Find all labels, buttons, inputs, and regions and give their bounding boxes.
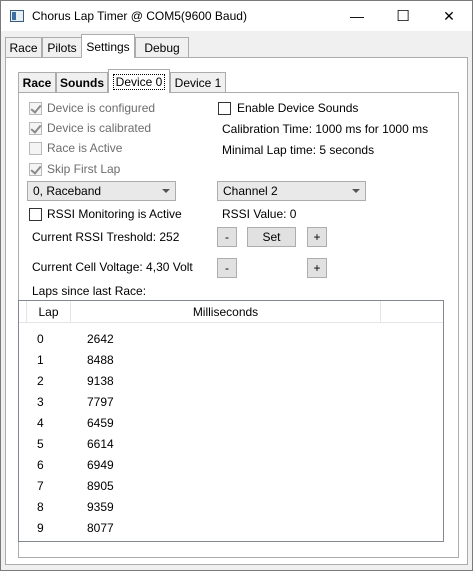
lap-ms-cell: 8077 bbox=[87, 521, 114, 535]
tab-settings[interactable]: Settings bbox=[81, 34, 135, 58]
minimize-button[interactable]: — bbox=[334, 1, 380, 31]
table-row[interactable]: 9 8077 bbox=[19, 518, 443, 539]
tab-device-race[interactable]: Race bbox=[18, 72, 56, 92]
lap-number-cell: 4 bbox=[37, 416, 44, 430]
calibrated-label: Device is calibrated bbox=[47, 121, 152, 135]
tab-device-0-label: Device 0 bbox=[112, 73, 166, 90]
laps-since-label: Laps since last Race: bbox=[32, 284, 147, 298]
table-row[interactable]: 3 7797 bbox=[19, 392, 443, 413]
channel-select[interactable]: Channel 2 bbox=[217, 181, 366, 201]
table-row[interactable]: 2 9138 bbox=[19, 371, 443, 392]
rssi-threshold-set-button[interactable]: Set bbox=[247, 227, 296, 247]
voltage-increase-button[interactable]: + bbox=[307, 258, 327, 278]
race-active-checkbox[interactable] bbox=[29, 142, 42, 155]
table-row[interactable]: 6 6949 bbox=[19, 455, 443, 476]
channel-select-value: Channel 2 bbox=[223, 184, 278, 198]
rssi-threshold-decrease-button[interactable]: - bbox=[217, 227, 237, 247]
tab-race[interactable]: Race bbox=[5, 37, 42, 57]
skip-first-lap-checkbox[interactable] bbox=[29, 163, 42, 176]
lap-number-cell: 1 bbox=[37, 353, 44, 367]
calibrated-checkbox[interactable] bbox=[29, 122, 42, 135]
lap-number-cell: 6 bbox=[37, 458, 44, 472]
lap-ms-cell: 7797 bbox=[87, 395, 114, 409]
lap-number-cell: 8 bbox=[37, 500, 44, 514]
skip-first-lap-label: Skip First Lap bbox=[47, 162, 121, 176]
lap-number-cell: 2 bbox=[37, 374, 44, 388]
table-row[interactable]: 8 9359 bbox=[19, 497, 443, 518]
laps-table[interactable]: Lap Milliseconds 0 2642 1 8488 2 9138 3 7797 4 64… bbox=[18, 300, 444, 542]
lap-ms-cell: 6949 bbox=[87, 458, 114, 472]
lap-ms-cell: 6614 bbox=[87, 437, 114, 451]
minimal-lap-time: Minimal Lap time: 5 seconds bbox=[222, 143, 375, 157]
lap-ms-cell: 8488 bbox=[87, 353, 114, 367]
rssi-threshold-label: Current RSSI Treshold: 252 bbox=[32, 230, 180, 244]
cell-voltage-label: Current Cell Voltage: 4,30 Volt bbox=[32, 260, 193, 274]
lap-number-cell: 3 bbox=[37, 395, 44, 409]
table-row[interactable]: 7 8905 bbox=[19, 476, 443, 497]
tab-device-1[interactable]: Device 1 bbox=[170, 72, 226, 92]
app-icon bbox=[10, 10, 24, 22]
table-row[interactable]: 4 6459 bbox=[19, 413, 443, 434]
window-title: Chorus Lap Timer @ COM5(9600 Baud) bbox=[32, 9, 247, 23]
band-select-value: 0, Raceband bbox=[33, 184, 102, 198]
title-bar[interactable]: Chorus Lap Timer @ COM5(9600 Baud) — ☐ ✕ bbox=[1, 1, 472, 31]
lap-ms-cell: 9359 bbox=[87, 500, 114, 514]
lap-number-cell: 0 bbox=[37, 332, 44, 346]
lap-ms-cell: 9138 bbox=[87, 374, 114, 388]
enable-sounds-checkbox[interactable] bbox=[218, 102, 231, 115]
tab-debug[interactable]: Debug bbox=[135, 37, 189, 57]
header-spacer bbox=[19, 301, 27, 323]
configured-label: Device is configured bbox=[47, 101, 156, 115]
tab-device-0[interactable]: Device 0 bbox=[108, 69, 170, 93]
lap-ms-cell: 2642 bbox=[87, 332, 114, 346]
enable-sounds-label: Enable Device Sounds bbox=[237, 101, 359, 115]
tab-pilots[interactable]: Pilots bbox=[42, 37, 82, 57]
configured-checkbox[interactable] bbox=[29, 102, 42, 115]
chevron-down-icon bbox=[162, 189, 170, 193]
table-row[interactable]: 5 6614 bbox=[19, 434, 443, 455]
lap-number-cell: 7 bbox=[37, 479, 44, 493]
rssi-threshold-increase-button[interactable]: + bbox=[307, 227, 327, 247]
column-header-milliseconds[interactable]: Milliseconds bbox=[71, 301, 381, 323]
race-active-label: Race is Active bbox=[47, 141, 123, 155]
close-button[interactable]: ✕ bbox=[426, 1, 472, 31]
maximize-button[interactable]: ☐ bbox=[380, 1, 426, 31]
lap-ms-cell: 6459 bbox=[87, 416, 114, 430]
laps-table-header: Lap Milliseconds bbox=[19, 301, 443, 323]
rssi-value: RSSI Value: 0 bbox=[222, 207, 297, 221]
column-header-lap[interactable]: Lap bbox=[27, 301, 71, 323]
lap-ms-cell: 8905 bbox=[87, 479, 114, 493]
band-select[interactable]: 0, Raceband bbox=[27, 181, 176, 201]
lap-number-cell: 5 bbox=[37, 437, 44, 451]
rssi-monitoring-checkbox[interactable] bbox=[29, 208, 42, 221]
rssi-monitoring-label: RSSI Monitoring is Active bbox=[47, 207, 182, 221]
chevron-down-icon bbox=[352, 189, 360, 193]
table-row[interactable]: 0 2642 bbox=[19, 329, 443, 350]
voltage-decrease-button[interactable]: - bbox=[217, 258, 237, 278]
table-row[interactable]: 1 8488 bbox=[19, 350, 443, 371]
calibration-time: Calibration Time: 1000 ms for 1000 ms bbox=[222, 122, 429, 136]
lap-number-cell: 9 bbox=[37, 521, 44, 535]
header-filler bbox=[381, 301, 443, 323]
tab-device-sounds[interactable]: Sounds bbox=[56, 72, 108, 92]
